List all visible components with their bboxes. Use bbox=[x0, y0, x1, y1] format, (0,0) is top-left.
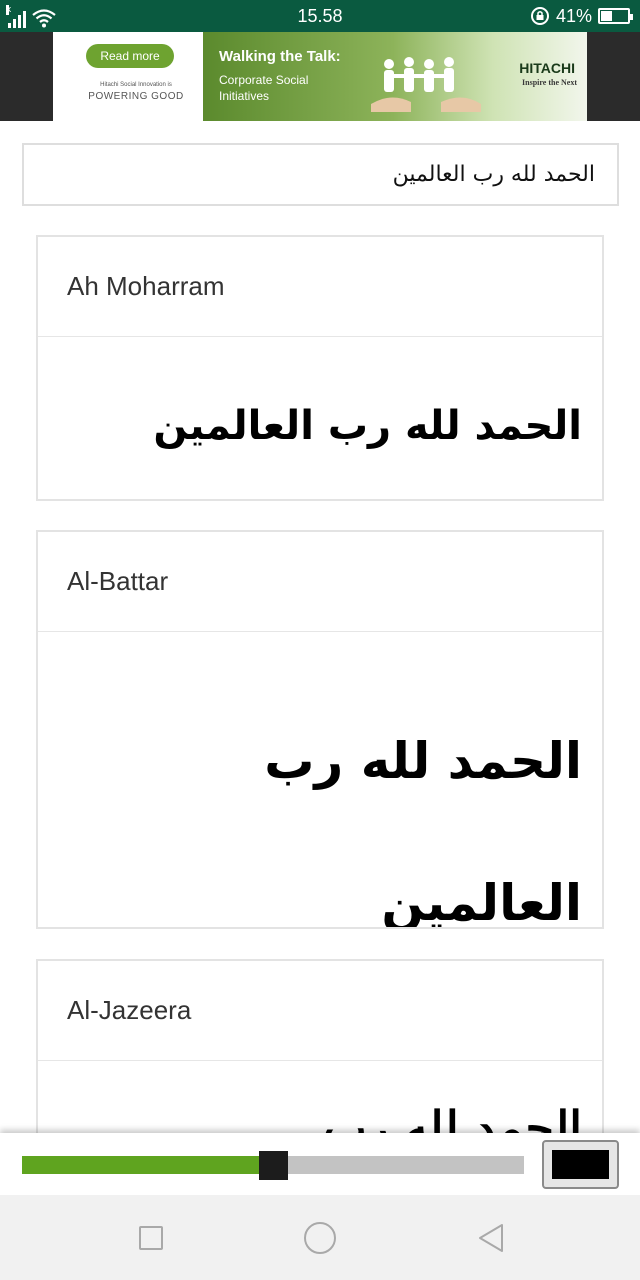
ad-brand-logo: HITACHI bbox=[519, 60, 575, 76]
font-card[interactable]: Al-Battar الحمد لله رب العالمين bbox=[36, 530, 604, 929]
font-preview-line: العالمين bbox=[381, 874, 582, 929]
battery-percent: 41% bbox=[555, 5, 592, 26]
status-bar: x 15.58 41% bbox=[0, 0, 640, 32]
slider-thumb[interactable] bbox=[259, 1151, 288, 1180]
font-size-slider[interactable] bbox=[22, 1151, 524, 1180]
ad-tagline-small: Hitachi Social Innovation is bbox=[100, 82, 172, 88]
battery-icon bbox=[598, 8, 633, 24]
battery-fill bbox=[601, 11, 612, 21]
ad-read-more-button[interactable]: Read more bbox=[86, 44, 174, 68]
ad-banner[interactable]: Read more Hitachi Social Innovation is P… bbox=[53, 32, 587, 121]
screen: x 15.58 41% Read more Hitachi Social Inn… bbox=[0, 0, 640, 1280]
ad-tagline-big: POWERING GOOD bbox=[88, 91, 184, 102]
back-button[interactable] bbox=[474, 1221, 508, 1255]
font-preview: الحمد لله رب العالمين bbox=[153, 403, 582, 449]
status-right-group: 41% bbox=[530, 4, 633, 28]
font-name: Al-Jazeera bbox=[67, 995, 192, 1025]
font-card-header: Al-Jazeera bbox=[38, 961, 602, 1061]
recents-square-icon bbox=[139, 1226, 163, 1250]
recents-button[interactable] bbox=[134, 1221, 168, 1255]
back-triangle-icon bbox=[479, 1224, 503, 1252]
size-color-panel bbox=[0, 1133, 640, 1195]
font-preview-line: الحمد لله رب bbox=[264, 732, 582, 790]
ad-title: Walking the Talk: bbox=[219, 48, 341, 65]
data-saver-icon bbox=[530, 7, 549, 25]
font-card-header: Ah Moharram bbox=[38, 237, 602, 337]
arabic-text-input[interactable]: الحمد لله رب العالمين bbox=[22, 143, 619, 206]
color-swatch bbox=[552, 1150, 609, 1179]
font-card[interactable]: Ah Moharram الحمد لله رب العالمين bbox=[36, 235, 604, 501]
ad-brand-tagline: Inspire the Next bbox=[522, 78, 577, 87]
navigation-bar bbox=[0, 1195, 640, 1280]
font-card-header: Al-Battar bbox=[38, 532, 602, 632]
font-preview: الحمد لله رب العالمين bbox=[38, 632, 602, 927]
color-picker-button[interactable] bbox=[542, 1140, 619, 1189]
slider-fill bbox=[22, 1156, 273, 1174]
font-name: Al-Battar bbox=[67, 566, 169, 596]
font-name: Ah Moharram bbox=[67, 271, 225, 301]
ad-subtitle: Corporate Social Initiatives bbox=[219, 73, 309, 103]
people-chain-icon bbox=[371, 57, 481, 112]
home-circle-icon bbox=[304, 1222, 336, 1254]
ad-banner-container: Read more Hitachi Social Innovation is P… bbox=[0, 32, 640, 121]
home-button[interactable] bbox=[303, 1221, 337, 1255]
font-card[interactable]: Al-Jazeera الحمد لله رب bbox=[36, 959, 604, 1159]
